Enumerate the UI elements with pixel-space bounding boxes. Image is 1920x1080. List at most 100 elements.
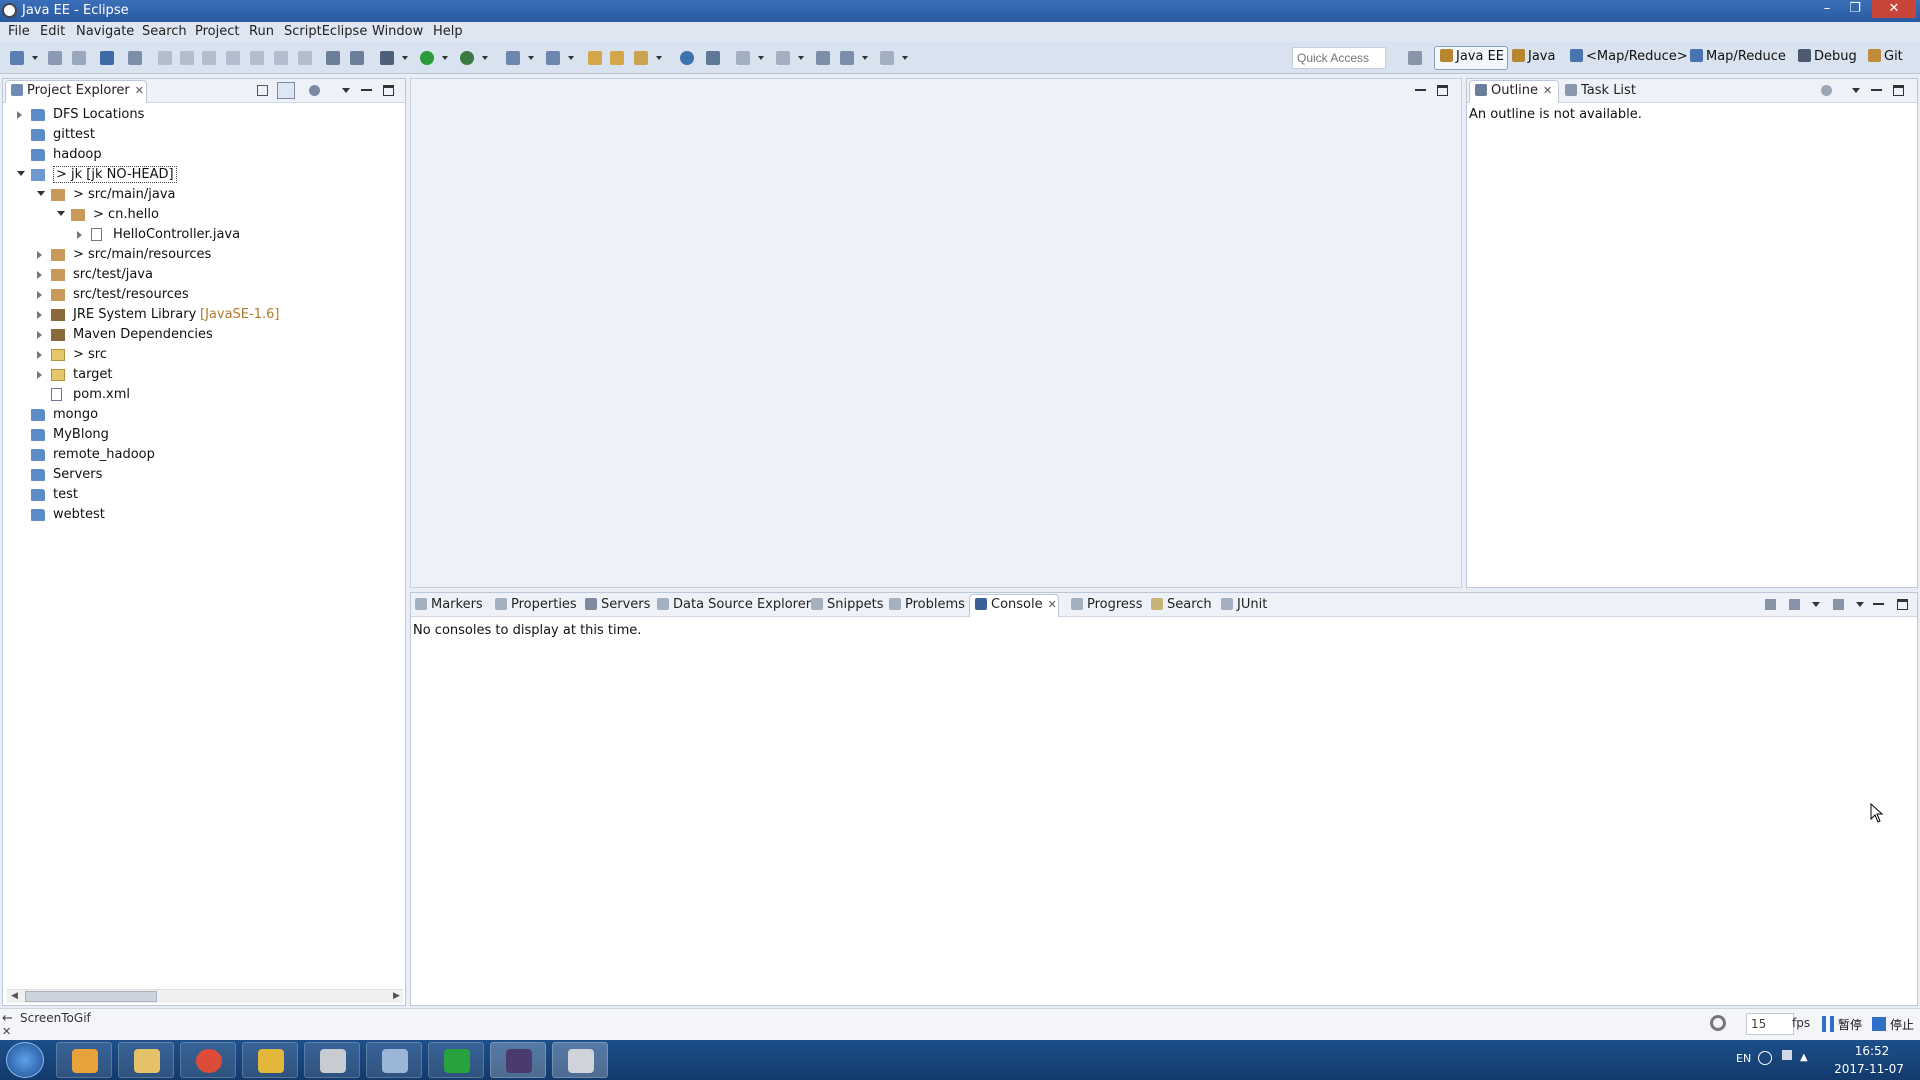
scroll-left-icon[interactable]: ◀: [11, 991, 18, 1001]
collapse-all-icon[interactable]: [257, 85, 268, 96]
back-arrow-icon[interactable]: ←: [2, 1011, 13, 1026]
save-icon[interactable]: [48, 51, 62, 65]
tab-properties[interactable]: Properties: [495, 597, 577, 612]
maximize-view-icon[interactable]: [1897, 599, 1908, 610]
view-menu-icon[interactable]: [1851, 85, 1862, 96]
minimize-view-icon[interactable]: [1871, 85, 1882, 91]
terminate-icon[interactable]: [202, 51, 216, 65]
tab-project-explorer[interactable]: Project Explorer ✕: [11, 83, 144, 98]
open-task-icon[interactable]: [610, 51, 624, 65]
tab-progress[interactable]: Progress: [1071, 597, 1142, 612]
tree-item[interactable]: pom.xml: [3, 385, 403, 405]
run-external-tools-icon[interactable]: [460, 51, 474, 65]
tree-item[interactable]: MyBlong: [3, 425, 403, 445]
chevron-right-icon[interactable]: [37, 251, 42, 259]
tab-task-list[interactable]: Task List: [1565, 83, 1636, 98]
tree-item[interactable]: > src/main/resources: [3, 245, 403, 265]
tree-item[interactable]: hadoop: [3, 145, 403, 165]
open-type-icon[interactable]: [588, 51, 602, 65]
search-tool-icon[interactable]: [634, 51, 648, 65]
tree-item[interactable]: target: [3, 365, 403, 385]
restore-button[interactable]: ❐: [1844, 0, 1866, 18]
chevron-down-icon[interactable]: [57, 211, 65, 216]
tree-item[interactable]: Maven Dependencies: [3, 325, 403, 345]
menu-edit[interactable]: Edit: [40, 24, 65, 39]
chevron-right-icon[interactable]: [37, 311, 42, 319]
taskbar-explorer[interactable]: [118, 1042, 174, 1078]
debug-icon[interactable]: [380, 51, 394, 65]
minimize-view-icon[interactable]: [1873, 599, 1884, 605]
tab-search[interactable]: Search: [1151, 597, 1212, 612]
disconnect-icon[interactable]: [226, 51, 240, 65]
menu-window[interactable]: Window: [372, 24, 423, 39]
chevron-right-icon[interactable]: [77, 231, 82, 239]
chevron-down-icon[interactable]: [17, 171, 25, 176]
run-icon[interactable]: [420, 51, 434, 65]
tree-item[interactable]: > cn.hello: [3, 205, 403, 225]
horizontal-scrollbar[interactable]: ◀ ▶: [7, 989, 403, 1003]
taskbar-eclipse[interactable]: [490, 1042, 546, 1078]
tree-item[interactable]: src/test/resources: [3, 285, 403, 305]
menu-run[interactable]: Run: [249, 24, 274, 39]
tree-item[interactable]: JRE System Library [JavaSE-1.6]: [3, 305, 403, 325]
tree-item[interactable]: test: [3, 485, 403, 505]
taskbar-wps[interactable]: [428, 1042, 484, 1078]
perspective-map-reduce-alt[interactable]: <Map/Reduce>: [1570, 49, 1688, 64]
menu-search[interactable]: Search: [142, 24, 187, 39]
minimize-view-icon[interactable]: [361, 85, 372, 91]
taskbar-app-1[interactable]: [56, 1042, 112, 1078]
tree-item[interactable]: > src: [3, 345, 403, 365]
tab-outline[interactable]: Outline ✕: [1475, 83, 1552, 98]
taskbar-chrome[interactable]: [180, 1042, 236, 1078]
scroll-right-icon[interactable]: ▶: [393, 991, 400, 1001]
new-class-icon[interactable]: [546, 51, 560, 65]
tree-item[interactable]: gittest: [3, 125, 403, 145]
menu-navigate[interactable]: Navigate: [76, 24, 134, 39]
tree-item[interactable]: remote_hadoop: [3, 445, 403, 465]
chevron-right-icon[interactable]: [37, 271, 42, 279]
editor-area[interactable]: [410, 78, 1462, 588]
close-icon[interactable]: ✕: [2, 1025, 11, 1038]
perspective-git[interactable]: Git: [1868, 49, 1903, 64]
chevron-right-icon[interactable]: [37, 291, 42, 299]
next-annotation-icon[interactable]: [736, 51, 750, 65]
last-edit-location-icon[interactable]: [816, 51, 830, 65]
fps-input[interactable]: [1746, 1013, 1794, 1035]
perspective-java[interactable]: Java: [1512, 49, 1555, 64]
maximize-editor-icon[interactable]: [1437, 85, 1448, 96]
maximize-view-icon[interactable]: [383, 85, 394, 96]
pin-console-icon[interactable]: [1765, 599, 1776, 610]
terminal-icon[interactable]: [100, 51, 114, 65]
tree-item[interactable]: src/test/java: [3, 265, 403, 285]
help-icon[interactable]: [1758, 1051, 1772, 1065]
perspective-debug[interactable]: Debug: [1798, 49, 1857, 64]
tree-item[interactable]: mongo: [3, 405, 403, 425]
step-return-icon[interactable]: [298, 51, 312, 65]
close-icon[interactable]: ✕: [1048, 598, 1057, 611]
drop-to-frame-icon[interactable]: [326, 51, 340, 65]
taskbar-notes[interactable]: [242, 1042, 298, 1078]
menu-scripteclipse[interactable]: ScriptEclipse: [284, 24, 367, 39]
menu-file[interactable]: File: [8, 24, 30, 39]
web-browser-icon[interactable]: [680, 51, 694, 65]
display-console-menu-icon[interactable]: [1811, 599, 1822, 610]
tab-data-source-explorer[interactable]: Data Source Explorer: [657, 597, 811, 612]
start-button-icon[interactable]: [6, 1042, 44, 1078]
sync-icon[interactable]: [1821, 85, 1832, 96]
stop-label[interactable]: 停止: [1890, 1016, 1914, 1033]
open-console-icon[interactable]: [1833, 599, 1844, 610]
close-icon[interactable]: ✕: [1543, 84, 1552, 97]
perspective-map-reduce[interactable]: Map/Reduce: [1690, 49, 1786, 64]
back-icon[interactable]: [840, 51, 854, 65]
toggle-annotation-icon[interactable]: [706, 51, 720, 65]
tab-console[interactable]: Console ✕: [975, 597, 1057, 612]
display-console-icon[interactable]: [1789, 599, 1800, 610]
step-into-icon[interactable]: [250, 51, 264, 65]
clock-time[interactable]: 16:52: [1840, 1044, 1904, 1058]
tree-item[interactable]: Servers: [3, 465, 403, 485]
focus-icon[interactable]: [309, 85, 320, 96]
step-over-icon[interactable]: [274, 51, 288, 65]
pause-label[interactable]: 暂停: [1838, 1016, 1862, 1033]
resume-icon[interactable]: [158, 51, 172, 65]
scrollbar-thumb[interactable]: [25, 991, 157, 1002]
